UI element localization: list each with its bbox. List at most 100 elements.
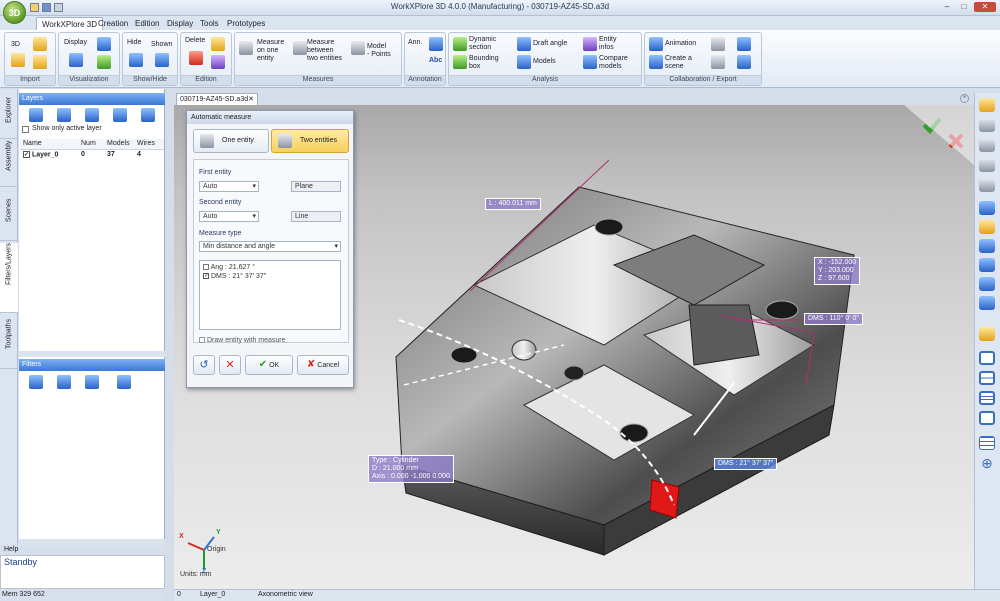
filter-add-icon[interactable] xyxy=(29,375,43,389)
view-bottom-icon[interactable] xyxy=(979,296,995,310)
menu-display[interactable]: Display xyxy=(162,17,198,30)
close-tab-icon[interactable]: ✕ xyxy=(248,94,254,105)
tab-scenes[interactable]: Scenes xyxy=(0,189,18,241)
table-row[interactable]: ✓ Layer_0 0 37 4 xyxy=(20,149,164,159)
delete-icon[interactable] xyxy=(189,51,203,65)
send-icon[interactable] xyxy=(737,55,751,69)
one-entity-tab[interactable]: One entity xyxy=(193,129,269,153)
show-only-checkbox[interactable] xyxy=(22,126,29,133)
col-models[interactable]: Models xyxy=(104,139,134,150)
menu-creation[interactable]: Creation xyxy=(93,17,133,30)
target-icon[interactable]: ⊕ xyxy=(979,456,995,470)
document-tab[interactable]: 030719-AZ45-SD.a3d ✕ xyxy=(176,93,258,105)
first-entity-select[interactable]: Auto ▾ xyxy=(199,181,259,192)
import-icon[interactable] xyxy=(11,53,25,67)
bounding-box-label[interactable]: Bounding box xyxy=(469,55,499,71)
app-logo[interactable]: 3D xyxy=(3,1,26,24)
dynamic-section-label[interactable]: Dynamic section xyxy=(469,36,496,52)
ann-label[interactable]: Ann. xyxy=(408,39,422,47)
layer-show-icon[interactable] xyxy=(57,108,71,122)
axonometric-view-icon[interactable] xyxy=(979,327,995,341)
cylinder-annotation[interactable]: Type : Cylinder D : 21.000 mm Axis : 0.0… xyxy=(368,455,454,483)
panel-splitter[interactable] xyxy=(19,351,165,357)
layout-quad-icon[interactable] xyxy=(979,411,995,425)
import-folder-icon[interactable] xyxy=(33,55,47,69)
layer-add-icon[interactable] xyxy=(29,108,43,122)
models-label[interactable]: Models xyxy=(533,58,556,66)
model-points-icon[interactable] xyxy=(351,41,365,55)
create-scene-icon[interactable] xyxy=(649,55,663,69)
layout-split-3-icon[interactable] xyxy=(979,391,995,405)
measure-type-select[interactable]: Min distance and angle ▾ xyxy=(199,241,341,252)
filter-options-icon[interactable] xyxy=(85,375,99,389)
minimize-icon[interactable]: – xyxy=(940,2,954,12)
zoom-in-icon[interactable] xyxy=(979,158,995,172)
zoom-window-icon[interactable] xyxy=(979,138,995,152)
close-icon[interactable]: ✕ xyxy=(974,2,996,12)
col-wires[interactable]: Wires xyxy=(134,139,164,150)
dms-bottom-annotation[interactable]: DMS : 21° 37' 37" xyxy=(714,458,778,470)
menu-prototypes[interactable]: Prototypes xyxy=(222,17,270,30)
layout-single-icon[interactable] xyxy=(979,351,995,365)
tab-filters-layers[interactable]: Filters/Layers xyxy=(0,242,18,313)
status-layer[interactable]: Layer_0 xyxy=(200,591,225,598)
zoom-icon[interactable] xyxy=(979,118,995,132)
animation-label[interactable]: Animation xyxy=(665,40,696,48)
result-checkbox[interactable]: ✓ xyxy=(203,273,209,280)
layout-split-h-icon[interactable] xyxy=(979,371,995,385)
filter-apply-icon[interactable] xyxy=(57,375,71,389)
compare-models-label[interactable]: Compare models xyxy=(599,55,628,71)
layer-checkbox[interactable]: ✓ xyxy=(23,150,30,158)
draw-entity-option[interactable]: Draw entity with measure xyxy=(199,337,286,344)
result-checkbox[interactable] xyxy=(203,264,209,271)
edit-icon[interactable] xyxy=(211,37,225,51)
dynamic-section-icon[interactable] xyxy=(453,37,467,51)
entity-infos-icon[interactable] xyxy=(583,37,597,51)
cancel-button[interactable]: ✘ Cancel xyxy=(297,355,349,375)
zoom-out-icon[interactable] xyxy=(979,178,995,192)
shading-icon[interactable] xyxy=(97,37,111,51)
layer-hide-icon[interactable] xyxy=(85,108,99,122)
col-name[interactable]: Name xyxy=(20,139,78,150)
view-top-icon[interactable] xyxy=(979,220,995,234)
draft-angle-icon[interactable] xyxy=(517,37,531,51)
list-item[interactable]: ✓ DMS : 21° 37' 37" xyxy=(203,273,266,280)
draw-entity-checkbox[interactable] xyxy=(199,337,205,344)
share-icon[interactable] xyxy=(711,55,725,69)
shown-icon[interactable] xyxy=(155,53,169,67)
view-cube-icon[interactable] xyxy=(979,98,995,112)
maximize-icon[interactable]: □ xyxy=(957,2,971,12)
annotation-icon[interactable] xyxy=(429,37,443,51)
tab-assembly[interactable]: Assembly xyxy=(0,140,18,187)
tab-toolpaths[interactable]: Toolpaths xyxy=(0,315,18,369)
coords-annotation[interactable]: X : -152.000 Y : 203.000 Z : 97.600 xyxy=(814,257,861,285)
model-points-label[interactable]: Model - Points xyxy=(367,43,391,59)
bounding-box-icon[interactable] xyxy=(453,55,467,69)
animation-icon[interactable] xyxy=(649,37,663,51)
display-icon[interactable] xyxy=(69,53,83,67)
compare-models-icon[interactable] xyxy=(583,55,597,69)
entity-infos-label[interactable]: Entity infos xyxy=(599,36,617,52)
layer-delete-icon[interactable] xyxy=(141,108,155,122)
clear-button[interactable]: ✕ xyxy=(219,355,241,375)
length-annotation[interactable]: L : 400.011 mm xyxy=(485,198,541,210)
measure-two-label[interactable]: Measure between two entities xyxy=(307,39,342,63)
menu-tools[interactable]: Tools xyxy=(195,17,224,30)
publish-icon[interactable] xyxy=(737,37,751,51)
dms-top-annotation[interactable]: DMS : 110° 0' 0" xyxy=(804,313,863,325)
hide-icon[interactable] xyxy=(129,53,143,67)
render-icon[interactable] xyxy=(97,55,111,69)
undo-button[interactable]: ↺ xyxy=(193,355,215,375)
export-icon[interactable] xyxy=(711,37,725,51)
measure-one-label[interactable]: Measure on one entity xyxy=(257,39,284,63)
list-item[interactable]: Ang : 21.627 ° xyxy=(203,264,255,271)
menu-edition[interactable]: Edition xyxy=(130,17,164,30)
models-icon[interactable] xyxy=(517,55,531,69)
results-list[interactable]: Ang : 21.627 ° ✓ DMS : 21° 37' 37" xyxy=(199,260,341,330)
grid-icon[interactable] xyxy=(979,436,995,450)
abc-label[interactable]: Abc xyxy=(429,57,442,65)
open-folder-icon[interactable] xyxy=(33,37,47,51)
view-right-icon[interactable] xyxy=(979,239,995,253)
close-document-icon[interactable]: × xyxy=(960,94,969,103)
second-entity-select[interactable]: Auto ▾ xyxy=(199,211,259,222)
